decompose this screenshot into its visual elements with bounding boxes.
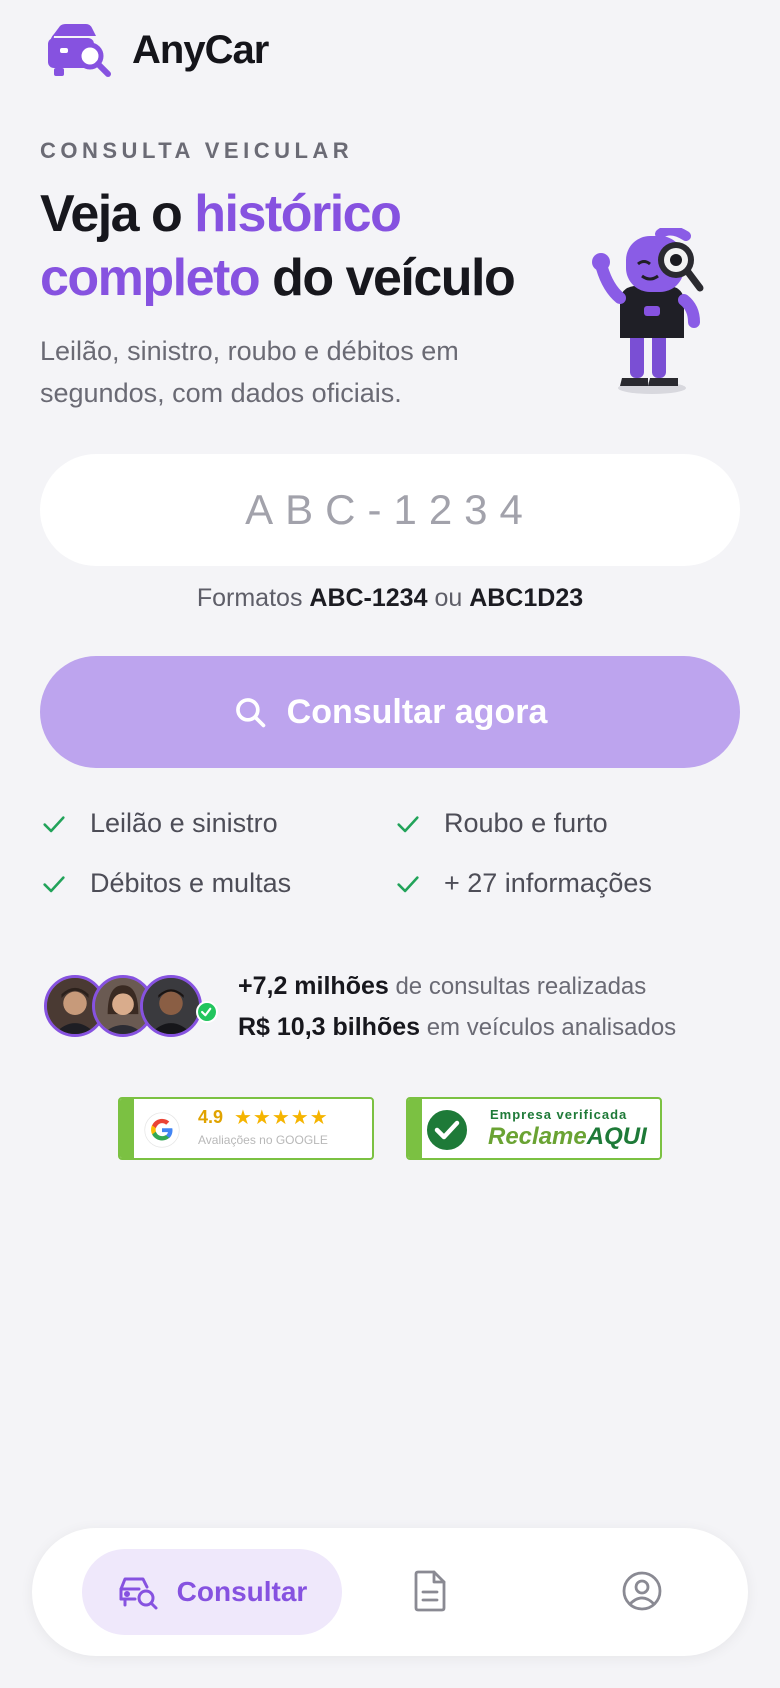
person-avatar-icon	[143, 978, 199, 1034]
consultar-agora-button[interactable]: Consultar agora	[40, 656, 740, 768]
format-mercosul: ABC1D23	[469, 584, 584, 612]
google-g-icon	[144, 1112, 180, 1148]
google-rating: 4.9	[198, 1107, 224, 1127]
document-icon[interactable]	[408, 1568, 452, 1614]
google-reviews-badge[interactable]: 4.9 ★★★★★ Avaliações no GOOGLE	[118, 1097, 374, 1160]
headline-part1: Veja o	[40, 185, 195, 243]
ra-logo: ReclameAQUI	[488, 1123, 647, 1151]
headline-part2: do veículo	[259, 249, 516, 307]
stat-consultas: +7,2 milhões de consultas realizadas	[238, 966, 676, 1007]
rating-stars-icon: ★★★★★	[234, 1107, 329, 1129]
verified-check-icon	[425, 1108, 469, 1152]
feature-label: Roubo e furto	[444, 808, 608, 838]
plate-input[interactable]	[40, 454, 740, 566]
format-old: ABC-1234	[309, 584, 428, 612]
consultas-text: de consultas realizadas	[388, 973, 647, 1000]
check-icon	[397, 875, 419, 892]
stats-text: +7,2 milhões de consultas realizadas R$ …	[238, 966, 676, 1048]
mascot-illustration	[592, 228, 704, 394]
badge-stripe	[120, 1099, 134, 1158]
header: AnyCar	[44, 22, 269, 78]
reclame-aqui-badge[interactable]: Empresa verificada ReclameAQUI	[406, 1097, 662, 1160]
social-proof: +7,2 milhões de consultas realizadas R$ …	[44, 966, 676, 1048]
feature-item: + 27 informações	[394, 868, 652, 899]
anycar-logo-icon	[48, 24, 111, 77]
ra-reclame: Reclame	[488, 1123, 587, 1150]
badge-stripe	[408, 1099, 422, 1158]
page-title: Veja o histórico completo do veículo	[40, 182, 600, 310]
feature-label: Débitos e multas	[90, 868, 292, 898]
headline-accent1: histórico	[194, 185, 402, 243]
ra-aqui: AQUI	[586, 1123, 647, 1150]
cta-label: Consultar agora	[286, 692, 548, 731]
feature-label: Leilão e sinistro	[90, 808, 278, 838]
tab-consultar[interactable]: Consultar	[82, 1549, 342, 1635]
avatar-group	[44, 975, 218, 1039]
search-icon	[235, 698, 265, 728]
formats-prefix: Formatos	[196, 584, 310, 612]
ra-caption: Empresa verificada	[490, 1107, 628, 1122]
bottom-nav: Consultar	[32, 1528, 748, 1656]
feature-item: Roubo e furto	[394, 808, 608, 839]
consultas-value: +7,2 milhões	[238, 972, 389, 1000]
veiculos-value: R$ 10,3 bilhões	[238, 1013, 421, 1041]
formats-or: ou	[427, 584, 470, 612]
eyebrow-label: CONSULTA VEICULAR	[40, 138, 354, 163]
hero-subtitle: Leilão, sinistro, roubo e débitos em seg…	[40, 336, 459, 408]
check-icon	[43, 875, 65, 892]
avatar	[140, 975, 202, 1037]
feature-item: Leilão e sinistro	[40, 808, 278, 839]
profile-icon[interactable]	[620, 1568, 664, 1614]
feature-item: Débitos e multas	[40, 868, 291, 899]
stat-veiculos: R$ 10,3 bilhões em veículos analisados	[238, 1007, 676, 1048]
veiculos-text: em veículos analisados	[420, 1014, 677, 1041]
check-icon	[43, 815, 65, 832]
feature-label: + 27 informações	[444, 868, 652, 898]
car-search-icon	[119, 1577, 158, 1610]
check-icon	[397, 815, 419, 832]
headline-accent2: completo	[40, 249, 261, 307]
tab-consultar-label: Consultar	[176, 1576, 308, 1607]
google-caption: Avaliações no GOOGLE	[198, 1133, 328, 1147]
brand-name: AnyCar	[132, 27, 269, 72]
formats-hint: Formatos ABC-1234 ou ABC1D23	[0, 584, 780, 613]
verified-check-icon	[196, 1001, 218, 1023]
